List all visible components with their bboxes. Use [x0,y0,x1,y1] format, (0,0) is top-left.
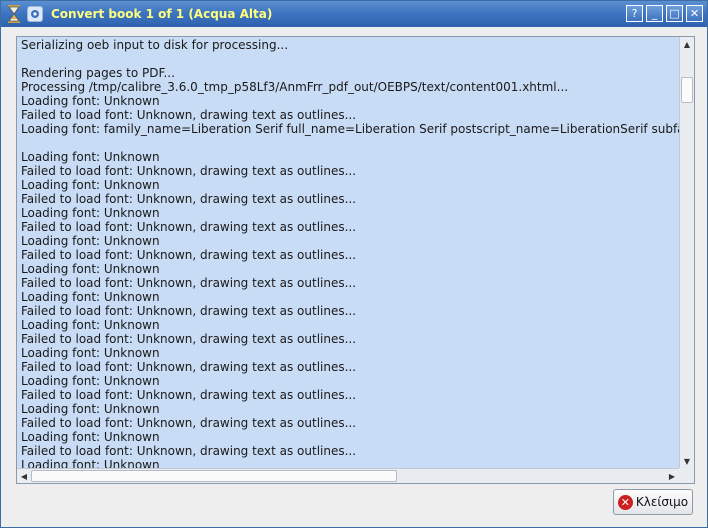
scroll-up-arrow-icon[interactable]: ▲ [680,37,694,51]
window-menu-icon[interactable] [27,6,43,22]
scroll-left-arrow-icon[interactable]: ◀ [17,469,31,483]
log-line: Loading font: family_name=Liberation Ser… [21,122,679,136]
horizontal-scroll-thumb[interactable] [31,470,397,482]
hourglass-icon [5,5,23,23]
log-line: Loading font: Unknown [21,374,160,388]
minimize-button[interactable]: _ [646,5,663,22]
close-button-label: Κλείσιμο [635,495,689,509]
log-line: Serializing oeb input to disk for proces… [21,38,289,52]
log-line: Loading font: Unknown [21,234,160,248]
log-text-area[interactable]: Serializing oeb input to disk for proces… [17,37,679,468]
log-line: Loading font: Unknown [21,150,160,164]
vertical-scrollbar[interactable]: ▲ ▼ [679,37,694,468]
titlebar[interactable]: Convert book 1 of 1 (Acqua Alta) ? _ □ ✕ [1,1,707,27]
titlebar-buttons: ? _ □ ✕ [626,5,703,22]
log-line: Failed to load font: Unknown, drawing te… [21,220,357,234]
convert-dialog-window: Convert book 1 of 1 (Acqua Alta) ? _ □ ✕… [0,0,708,528]
log-line: Loading font: Unknown [21,402,160,416]
scroll-corner [679,468,694,483]
vertical-scroll-thumb[interactable] [681,77,693,103]
log-line: Loading font: Unknown [21,262,160,276]
log-line: Failed to load font: Unknown, drawing te… [21,360,357,374]
log-line: Failed to load font: Unknown, drawing te… [21,388,357,402]
window-title: Convert book 1 of 1 (Acqua Alta) [51,7,273,21]
scroll-down-arrow-icon[interactable]: ▼ [680,454,694,468]
log-line: Failed to load font: Unknown, drawing te… [21,444,357,458]
help-button[interactable]: ? [626,5,643,22]
log-line: Failed to load font: Unknown, drawing te… [21,416,357,430]
log-line: Loading font: Unknown [21,178,160,192]
log-line: Loading font: Unknown [21,290,160,304]
horizontal-scrollbar[interactable]: ◀ ▶ [17,468,679,483]
log-line: Failed to load font: Unknown, drawing te… [21,164,357,178]
log-line: Failed to load font: Unknown, drawing te… [21,248,357,262]
log-line: Loading font: Unknown [21,430,160,444]
log-line: Loading font: Unknown [21,318,160,332]
maximize-button[interactable]: □ [666,5,683,22]
log-line: Failed to load font: Unknown, drawing te… [21,276,357,290]
scroll-right-arrow-icon[interactable]: ▶ [665,469,679,483]
log-line: Processing /tmp/calibre_3.6.0_tmp_p58Lf3… [21,80,569,94]
log-line: Rendering pages to PDF... [21,66,175,80]
log-line: Failed to load font: Unknown, drawing te… [21,304,357,318]
log-line: Loading font: Unknown [21,458,160,468]
log-line: Loading font: Unknown [21,346,160,360]
log-line: Loading font: Unknown [21,206,160,220]
close-icon: ✕ [617,494,633,510]
close-button[interactable]: ✕ Κλείσιμο [613,489,693,515]
log-line: Failed to load font: Unknown, drawing te… [21,108,357,122]
log-viewer[interactable]: Serializing oeb input to disk for proces… [16,36,695,484]
log-line: Failed to load font: Unknown, drawing te… [21,332,357,346]
log-line: Loading font: Unknown [21,94,160,108]
log-line: Failed to load font: Unknown, drawing te… [21,192,357,206]
close-window-button[interactable]: ✕ [686,5,703,22]
